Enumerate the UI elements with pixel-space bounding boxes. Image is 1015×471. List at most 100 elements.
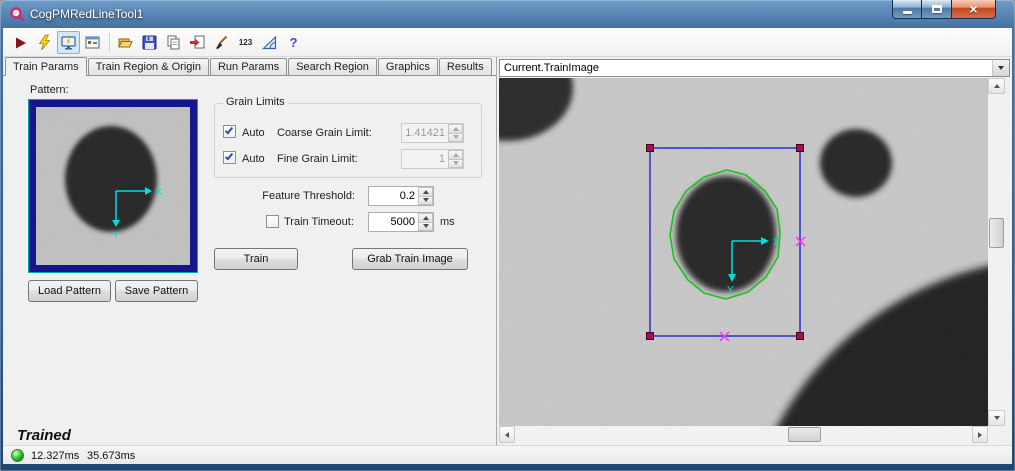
client-area: 123 ? Train Params Train Region & Origin… (3, 28, 1012, 464)
svg-text:Y: Y (113, 230, 119, 240)
brush-button[interactable] (210, 31, 233, 54)
coarse-spin-down-button[interactable] (448, 134, 463, 143)
train-image: X Y (499, 78, 988, 426)
display-source-value: Current.TrainImage (500, 62, 992, 74)
fine-grain-label: Fine Grain Limit: (277, 153, 358, 165)
left-arrow-icon (505, 432, 509, 438)
tab-results[interactable]: Results (439, 58, 492, 75)
timeout-spin-down-button[interactable] (418, 223, 433, 232)
fine-grain-value[interactable]: 1 (402, 150, 448, 168)
checkmark-icon (225, 126, 233, 135)
auto-fine-checkbox[interactable] (223, 151, 236, 164)
save-pattern-button[interactable]: Save Pattern (115, 280, 198, 302)
feature-threshold-spinner[interactable]: 0.2 (368, 186, 434, 206)
scroll-up-button[interactable] (988, 78, 1005, 94)
feature-threshold-label: Feature Threshold: (211, 190, 355, 202)
tool-edit-pane: Train Params Train Region & Origin Run P… (3, 57, 497, 445)
maximize-button[interactable] (922, 0, 951, 19)
display-source-combo[interactable]: Current.TrainImage (499, 59, 1010, 77)
right-arrow-icon (978, 432, 982, 438)
close-button[interactable]: × (951, 0, 996, 19)
combo-dropdown-button[interactable] (992, 60, 1009, 76)
results-window-icon (84, 34, 101, 51)
auto-fine-label: Auto (242, 153, 265, 165)
help-button[interactable]: ? (282, 31, 305, 54)
electric-display-toggle-button[interactable] (57, 31, 80, 54)
app-icon (9, 6, 25, 22)
fine-spin-up-button[interactable] (448, 150, 463, 160)
load-pattern-button[interactable]: Load Pattern (28, 280, 111, 302)
corner-handle-bl[interactable] (647, 333, 654, 340)
tab-search-region[interactable]: Search Region (288, 58, 377, 75)
main-area: Train Params Train Region & Origin Run P… (3, 57, 1012, 445)
down-arrow-icon (423, 198, 429, 202)
down-arrow-icon (453, 135, 459, 139)
up-arrow-icon (423, 216, 429, 220)
status-bar: 12.327ms 35.673ms (3, 445, 1012, 464)
corner-handle-tl[interactable] (647, 145, 654, 152)
titlebar[interactable]: CogPMRedLineTool1 × (0, 0, 1015, 28)
train-image-display[interactable]: X Y (499, 78, 988, 426)
copy-results-button[interactable] (162, 31, 185, 54)
train-timeout-label: Train Timeout: (284, 216, 354, 228)
tab-train-params[interactable]: Train Params (5, 57, 87, 76)
down-arrow-icon (994, 416, 1000, 420)
coarse-grain-label: Coarse Grain Limit: (277, 127, 372, 139)
total-time: 35.673ms (87, 450, 135, 462)
pattern-image: X Y (36, 107, 190, 265)
run-button[interactable] (9, 31, 32, 54)
import-results-button[interactable] (186, 31, 209, 54)
vertical-scroll-thumb[interactable] (989, 218, 1004, 248)
svg-text:Y: Y (727, 285, 734, 296)
checkmark-icon (225, 152, 233, 161)
down-arrow-icon (453, 161, 459, 165)
feature-threshold-value[interactable]: 0.2 (369, 187, 418, 205)
fine-grain-spinner[interactable]: 1 (401, 149, 464, 169)
trained-status: Trained (17, 427, 71, 444)
paintbrush-icon (213, 34, 230, 51)
coarse-grain-value[interactable]: 1.41421 (402, 124, 448, 142)
up-arrow-icon (453, 127, 459, 131)
numeric-format-button[interactable]: 123 (234, 31, 257, 54)
train-timeout-spinner[interactable]: 5000 (368, 212, 434, 232)
window-title: CogPMRedLineTool1 (30, 7, 143, 21)
import-arrow-icon (189, 34, 206, 51)
threshold-spin-up-button[interactable] (418, 187, 433, 197)
auto-coarse-label: Auto (242, 127, 265, 139)
grab-train-image-button[interactable]: Grab Train Image (352, 248, 468, 270)
protractor-button[interactable] (258, 31, 281, 54)
timeout-spin-up-button[interactable] (418, 213, 433, 223)
train-timeout-value[interactable]: 5000 (369, 213, 418, 231)
fine-spin-down-button[interactable] (448, 160, 463, 169)
maximize-icon (932, 5, 942, 13)
down-arrow-icon (423, 224, 429, 228)
corner-handle-br[interactable] (797, 333, 804, 340)
open-image-file-button[interactable] (114, 31, 137, 54)
results-display-button[interactable] (81, 31, 104, 54)
minimize-button[interactable] (892, 0, 922, 19)
threshold-spin-down-button[interactable] (418, 197, 433, 206)
protractor-icon (261, 34, 278, 51)
save-image-button[interactable] (138, 31, 161, 54)
scroll-left-button[interactable] (499, 426, 515, 443)
horizontal-scrollbar[interactable] (499, 426, 988, 443)
auto-coarse-checkbox[interactable] (223, 125, 236, 138)
help-icon: ? (290, 35, 298, 50)
tab-graphics[interactable]: Graphics (378, 58, 438, 75)
toolbar: 123 ? (3, 28, 1012, 57)
train-timeout-checkbox[interactable] (266, 215, 279, 228)
train-button[interactable]: Train (214, 248, 298, 270)
tab-run-params[interactable]: Run Params (210, 58, 287, 75)
svg-text:X: X (773, 237, 780, 248)
horizontal-scroll-thumb[interactable] (788, 427, 821, 442)
vertical-scrollbar[interactable] (988, 78, 1005, 426)
run-icon (12, 34, 29, 51)
scroll-down-button[interactable] (988, 410, 1005, 426)
corner-handle-tr[interactable] (797, 145, 804, 152)
coarse-grain-spinner[interactable]: 1.41421 (401, 123, 464, 143)
status-led-icon (11, 449, 24, 462)
scroll-right-button[interactable] (972, 426, 988, 443)
tab-train-region-origin[interactable]: Train Region & Origin (88, 58, 209, 75)
coarse-spin-up-button[interactable] (448, 124, 463, 134)
electric-run-button[interactable] (33, 31, 56, 54)
